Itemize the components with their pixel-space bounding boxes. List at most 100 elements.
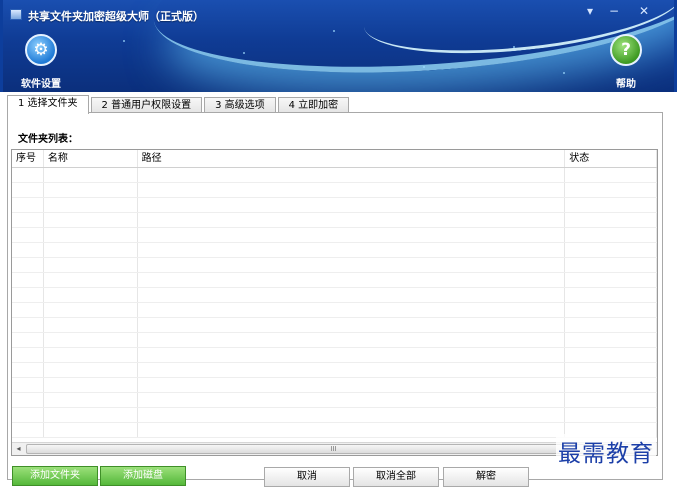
column-header-status[interactable]: 状态 — [565, 150, 657, 167]
help-label: 帮助 — [616, 79, 636, 90]
minimize-button[interactable]: − — [605, 4, 623, 18]
cancel-button[interactable]: 取消 — [264, 467, 350, 487]
table-cell — [138, 348, 566, 362]
folder-list-label: 文件夹列表： — [18, 134, 78, 145]
table-cell — [44, 273, 138, 287]
table-cell — [565, 303, 657, 317]
table-row[interactable] — [12, 243, 657, 258]
table-cell — [44, 243, 138, 257]
table-cell — [12, 393, 44, 407]
table-cell — [12, 318, 44, 332]
table-row[interactable] — [12, 198, 657, 213]
table-row[interactable] — [12, 333, 657, 348]
table-cell — [12, 168, 44, 182]
settings-label: 软件设置 — [21, 79, 61, 90]
folder-list-table[interactable]: 序号 名称 路径 状态 ◂ III ▸ — [11, 149, 658, 456]
tab-select-folder[interactable]: 1 选择文件夹 — [7, 95, 89, 114]
table-row[interactable] — [12, 303, 657, 318]
table-cell — [12, 378, 44, 392]
table-cell — [12, 228, 44, 242]
table-cell — [12, 258, 44, 272]
help-icon: ? — [610, 34, 642, 66]
table-cell — [44, 393, 138, 407]
table-cell — [565, 258, 657, 272]
table-cell — [138, 228, 566, 242]
star-decoration — [423, 66, 425, 68]
table-cell — [565, 333, 657, 347]
table-cell — [12, 243, 44, 257]
watermark-text: 最需教育 — [556, 434, 656, 468]
table-cell — [12, 198, 44, 212]
menu-dropdown-icon[interactable]: ▾ — [581, 4, 599, 18]
tab-strip: 1 选择文件夹 2 普通用户权限设置 3 高级选项 4 立即加密 — [7, 95, 351, 114]
table-cell — [44, 423, 138, 437]
star-decoration — [513, 46, 515, 48]
decrypt-button[interactable]: 解密 — [443, 467, 529, 487]
table-row[interactable] — [12, 393, 657, 408]
table-row[interactable] — [12, 273, 657, 288]
column-header-name[interactable]: 名称 — [44, 150, 138, 167]
table-row[interactable] — [12, 258, 657, 273]
scrollbar-thumb[interactable]: III — [26, 444, 641, 454]
table-cell — [44, 348, 138, 362]
table-row[interactable] — [12, 408, 657, 423]
table-cell — [138, 333, 566, 347]
table-cell — [44, 183, 138, 197]
scroll-left-icon[interactable]: ◂ — [12, 443, 25, 455]
table-cell — [138, 378, 566, 392]
tab-panel: 文件夹列表： 序号 名称 路径 状态 ◂ III ▸ — [7, 112, 663, 480]
column-header-path[interactable]: 路径 — [138, 150, 566, 167]
add-folder-button[interactable]: 添加文件夹 — [12, 466, 98, 486]
table-header: 序号 名称 路径 状态 — [12, 150, 657, 168]
table-cell — [12, 423, 44, 437]
table-cell — [12, 213, 44, 227]
table-cell — [138, 408, 566, 422]
table-row[interactable] — [12, 318, 657, 333]
table-cell — [44, 318, 138, 332]
table-row[interactable] — [12, 168, 657, 183]
table-cell — [44, 168, 138, 182]
table-cell — [565, 198, 657, 212]
table-cell — [138, 318, 566, 332]
table-row[interactable] — [12, 348, 657, 363]
table-cell — [44, 198, 138, 212]
table-row[interactable] — [12, 378, 657, 393]
table-cell — [565, 393, 657, 407]
table-cell — [12, 303, 44, 317]
table-row[interactable] — [12, 363, 657, 378]
settings-button[interactable]: ⚙ 软件设置 — [21, 34, 61, 90]
table-row[interactable] — [12, 183, 657, 198]
table-cell — [565, 213, 657, 227]
table-cell — [12, 273, 44, 287]
star-decoration — [243, 52, 245, 54]
table-cell — [138, 288, 566, 302]
cancel-all-button[interactable]: 取消全部 — [353, 467, 439, 487]
table-cell — [12, 348, 44, 362]
window-title: 共享文件夹加密超级大师（正式版） — [28, 10, 204, 23]
add-drive-button[interactable]: 添加磁盘 — [100, 466, 186, 486]
table-cell — [565, 378, 657, 392]
table-cell — [12, 333, 44, 347]
table-cell — [44, 363, 138, 377]
table-cell — [12, 183, 44, 197]
table-cell — [565, 348, 657, 362]
table-row[interactable] — [12, 213, 657, 228]
table-cell — [565, 318, 657, 332]
table-cell — [138, 198, 566, 212]
help-button[interactable]: ? 帮助 — [606, 34, 646, 90]
table-row[interactable] — [12, 228, 657, 243]
table-cell — [44, 408, 138, 422]
table-cell — [565, 408, 657, 422]
table-cell — [44, 378, 138, 392]
table-cell — [44, 213, 138, 227]
table-cell — [565, 273, 657, 287]
star-decoration — [123, 40, 125, 42]
star-decoration — [563, 72, 565, 74]
table-row[interactable] — [12, 288, 657, 303]
table-cell — [138, 303, 566, 317]
app-icon — [10, 9, 22, 20]
table-cell — [138, 168, 566, 182]
table-cell — [44, 333, 138, 347]
column-header-index[interactable]: 序号 — [12, 150, 44, 167]
close-button[interactable]: ✕ — [635, 4, 653, 18]
